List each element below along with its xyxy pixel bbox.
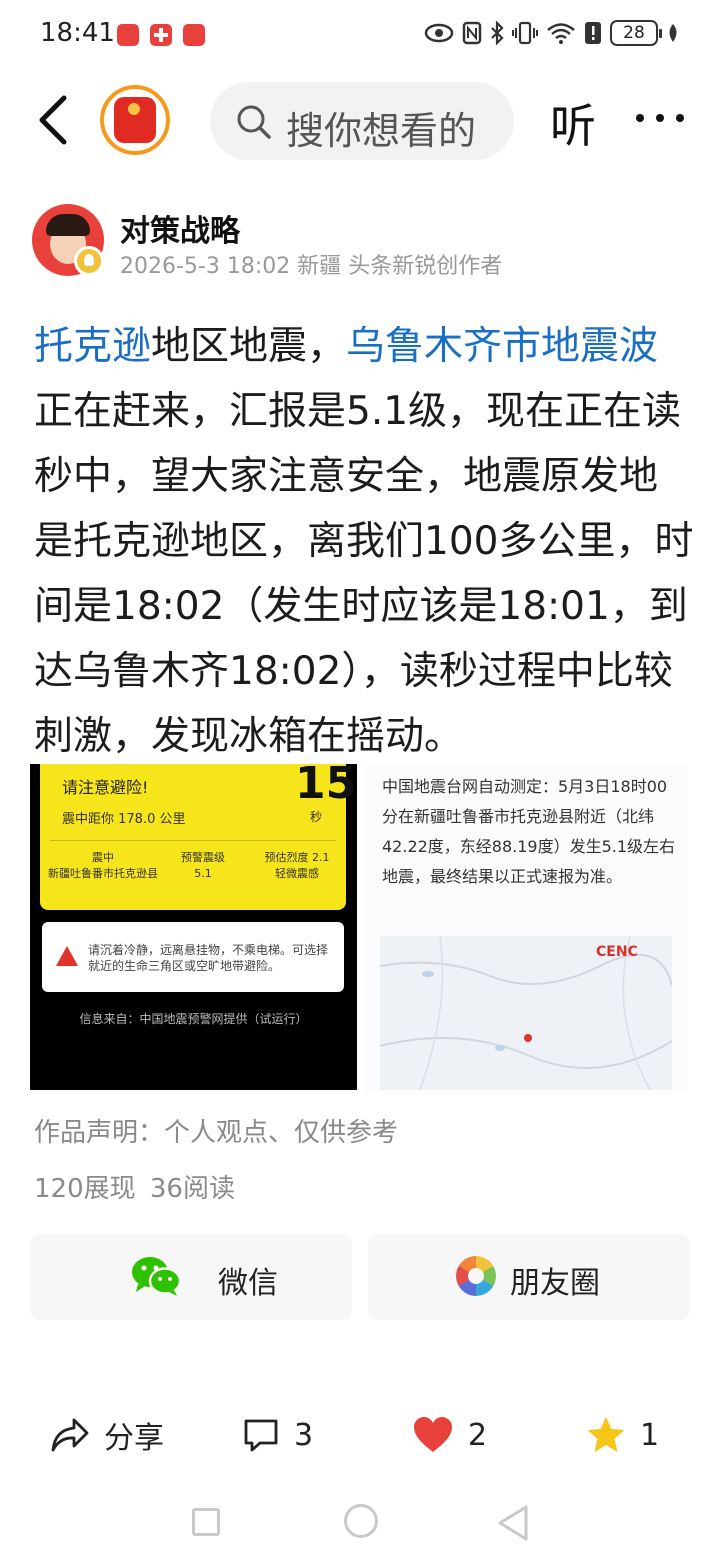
share-moments-button[interactable]: 朋友圈 [368,1234,690,1320]
search-placeholder: 搜你想看的 [286,109,477,153]
earthquake-warning-image[interactable]: 请注意避险! 15 震中距你 178.0 公里 秒 震中 新疆吐鲁番市托克逊县 … [30,764,357,1090]
epicenter-label: 震中 [92,851,114,864]
alert-icon [585,22,601,44]
action-bar: 分享 3 2 1 [0,1396,720,1472]
heart-icon [414,1417,452,1452]
warning-card: 请注意避险! 15 震中距你 178.0 公里 秒 震中 新疆吐鲁番市托克逊县 … [40,764,356,910]
status-time: 18:41 [40,18,115,48]
system-icons: 28 [424,20,680,46]
back-button[interactable] [30,90,80,150]
view-stats: 120展现 36阅读 [34,1174,235,1204]
more-options-icon[interactable] [632,114,688,128]
author-meta: 2026-5-3 18:02 新疆 头条新锐创作者 [120,254,503,279]
article-body: 托克逊地区地震，乌鲁木齐市地震波正在赶来，汇报是5.1级，现在正在读秒中，望大家… [34,314,694,769]
location-link[interactable]: 托克逊 [34,324,151,369]
wechat-icon [132,1257,182,1296]
red-envelope-icon[interactable] [100,85,170,155]
nav-back-icon[interactable] [496,1504,530,1542]
star-icon [587,1417,625,1452]
moments-icon [456,1256,496,1296]
distance-text: 震中距你 178.0 公里 [62,812,186,827]
comment-count: 3 [294,1417,314,1453]
creator-badge-icon [74,246,104,276]
battery-level: 28 [623,23,645,43]
intensity-column: 预估烈度 2.1 轻微震感 [254,850,340,882]
intensity-label: 预估烈度 2.1 [264,851,330,864]
cenc-logo: CENC [596,944,638,960]
magnitude-value: 5.1 [194,867,212,880]
warning-title: 请注意避险! [62,778,149,797]
epicenter-map: CENC [379,935,673,1090]
bluetooth-icon [491,21,504,45]
back-arrow-icon [39,95,67,145]
article-text: 正在赶来，汇报是5.1级，现在正在读秒中，望大家注意安全，地震原发地是托克逊地区… [34,389,694,759]
system-nav-bar [0,1490,720,1560]
share-label: 分享 [104,1421,164,1456]
comment-button[interactable]: 3 [242,1410,313,1460]
cenc-report-text: 中国地震台网自动测定：5月3日18时00分在新疆吐鲁番市托克逊县附近（北纬42.… [382,777,676,886]
battery-icon: 28 [610,20,662,46]
article-text: 地区地震， [151,324,347,369]
author-header: 对策战略 2026-5-3 18:02 新疆 头条新锐创作者 [0,200,720,280]
safety-advice: 请沉着冷静，远离悬挂物，不乘电梯。可选择就近的生命三角区或空旷地带避险。 [88,943,329,973]
wechat-label: 微信 [218,1266,278,1301]
moments-label: 朋友圈 [510,1266,600,1301]
magnitude-label: 预警震级 [181,851,225,864]
divider [50,840,336,841]
wifi-icon [547,23,575,44]
home-icon[interactable] [344,1504,378,1538]
listen-button[interactable]: 听 [550,90,596,156]
seconds-unit: 秒 [310,810,323,824]
status-bar: 18:41 28 [0,0,720,70]
share-icon [51,1418,89,1452]
safety-advice-card: 请沉着冷静，远离悬挂物，不乘电梯。可选择就近的生命三角区或空旷地带避险。 [42,922,344,992]
magnitude-column: 预警震级 5.1 [168,850,238,882]
favorite-count: 1 [640,1417,660,1453]
intensity-value: 轻微震感 [275,867,319,880]
app-notification-icon [117,24,139,46]
favorite-button[interactable]: 1 [586,1410,659,1460]
app-notification-icon [150,24,172,46]
search-icon [237,105,271,139]
recent-apps-icon[interactable] [192,1508,220,1536]
eye-icon [424,23,454,43]
like-count: 2 [468,1417,488,1453]
work-declaration: 作品声明：个人观点、仅供参考 [34,1118,399,1148]
app-notification-icon [183,24,205,46]
leaf-icon [669,24,677,42]
epicenter-pin-icon [524,1034,532,1042]
share-button[interactable]: 分享 [50,1410,164,1460]
comment-icon [244,1419,278,1452]
countdown-number: 15 [295,764,357,809]
top-nav: 搜你想看的 听 [0,70,720,170]
like-button[interactable]: 2 [412,1410,487,1460]
vibrate-icon [512,21,538,45]
info-source: 信息来自：中国地震预警网提供（试运行） [79,1012,308,1026]
cenc-report-image[interactable]: 中国地震台网自动测定：5月3日18时00分在新疆吐鲁番市托克逊县附近（北纬42.… [364,764,688,1090]
share-wechat-button[interactable]: 微信 [30,1234,352,1320]
epicenter-column: 震中 新疆吐鲁番市托克逊县 [48,850,158,882]
warning-icon [56,946,78,966]
epicenter-value: 新疆吐鲁番市托克逊县 [48,867,158,880]
author-name[interactable]: 对策战略 [120,206,240,250]
search-input[interactable]: 搜你想看的 [210,82,514,160]
nfc-icon [462,21,482,45]
topic-link[interactable]: 乌鲁木齐市地震波 [346,324,658,369]
